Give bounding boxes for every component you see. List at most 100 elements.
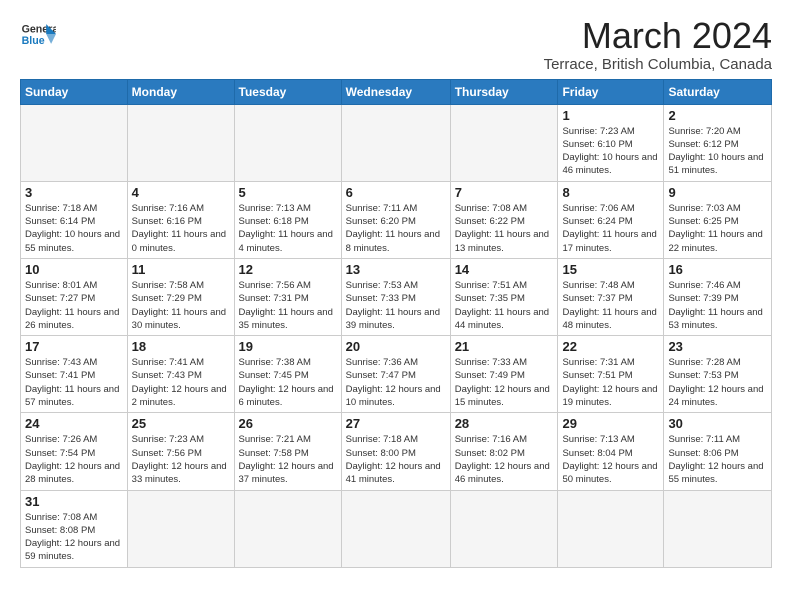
- day-cell: 29 Sunrise: 7:13 AM Sunset: 8:04 PM Dayli…: [558, 413, 664, 490]
- day-cell: [341, 104, 450, 181]
- weekday-header-friday: Friday: [558, 79, 664, 104]
- day-cell: 7 Sunrise: 7:08 AM Sunset: 6:22 PM Daylig…: [450, 181, 558, 258]
- day-cell: 23Sunrise: 7:28 AM Sunset: 7:53 PM Dayli…: [664, 336, 772, 413]
- day-number: 15: [562, 262, 659, 277]
- day-number: 29: [562, 416, 659, 431]
- day-info: Sunrise: 7:43 AM Sunset: 7:41 PM Dayligh…: [25, 356, 123, 409]
- day-cell: [234, 104, 341, 181]
- day-info: Sunrise: 7:20 AM Sunset: 6:12 PM Dayligh…: [668, 125, 767, 178]
- calendar-table: SundayMondayTuesdayWednesdayThursdayFrid…: [20, 79, 772, 568]
- day-cell: 11Sunrise: 7:58 AM Sunset: 7:29 PM Dayli…: [127, 258, 234, 335]
- day-info: Sunrise: 7:11 AM Sunset: 8:06 PM Dayligh…: [668, 433, 767, 486]
- day-info: Sunrise: 7:08 AM Sunset: 8:08 PM Dayligh…: [25, 511, 123, 564]
- day-number: 8: [562, 185, 659, 200]
- day-info: Sunrise: 7:51 AM Sunset: 7:35 PM Dayligh…: [455, 279, 554, 332]
- day-number: 28: [455, 416, 554, 431]
- weekday-header-tuesday: Tuesday: [234, 79, 341, 104]
- day-number: 25: [132, 416, 230, 431]
- week-row-2: 3Sunrise: 7:18 AM Sunset: 6:14 PM Daylig…: [21, 181, 772, 258]
- day-cell: 18 Sunrise: 7:41 AM Sunset: 7:43 PM Dayli…: [127, 336, 234, 413]
- day-number: 7: [455, 185, 554, 200]
- day-cell: [341, 490, 450, 567]
- day-info: Sunrise: 7:16 AM Sunset: 6:16 PM Dayligh…: [132, 202, 230, 255]
- day-number: 3: [25, 185, 123, 200]
- day-info: Sunrise: 7:31 AM Sunset: 7:51 PM Dayligh…: [562, 356, 659, 409]
- day-info: Sunrise: 7:13 AM Sunset: 8:04 PM Dayligh…: [562, 433, 659, 486]
- day-cell: 10Sunrise: 8:01 AM Sunset: 7:27 PM Dayli…: [21, 258, 128, 335]
- day-number: 18: [132, 339, 230, 354]
- day-number: 4: [132, 185, 230, 200]
- day-number: 26: [239, 416, 337, 431]
- day-cell: 22 Sunrise: 7:31 AM Sunset: 7:51 PM Dayli…: [558, 336, 664, 413]
- week-row-1: 1Sunrise: 7:23 AM Sunset: 6:10 PM Daylig…: [21, 104, 772, 181]
- week-row-5: 24 Sunrise: 7:26 AM Sunset: 7:54 PM Dayli…: [21, 413, 772, 490]
- day-number: 5: [239, 185, 337, 200]
- day-cell: [450, 104, 558, 181]
- day-info: Sunrise: 7:36 AM Sunset: 7:47 PM Dayligh…: [346, 356, 446, 409]
- day-info: Sunrise: 7:21 AM Sunset: 7:58 PM Dayligh…: [239, 433, 337, 486]
- day-cell: 15 Sunrise: 7:48 AM Sunset: 7:37 PM Dayli…: [558, 258, 664, 335]
- day-info: Sunrise: 7:53 AM Sunset: 7:33 PM Dayligh…: [346, 279, 446, 332]
- day-cell: 14 Sunrise: 7:51 AM Sunset: 7:35 PM Dayli…: [450, 258, 558, 335]
- day-number: 27: [346, 416, 446, 431]
- day-cell: 9 Sunrise: 7:03 AM Sunset: 6:25 PM Daylig…: [664, 181, 772, 258]
- day-number: 14: [455, 262, 554, 277]
- logo: General Blue: [20, 16, 56, 52]
- weekday-header-row: SundayMondayTuesdayWednesdayThursdayFrid…: [21, 79, 772, 104]
- weekday-header-wednesday: Wednesday: [341, 79, 450, 104]
- weekday-header-saturday: Saturday: [664, 79, 772, 104]
- day-number: 23: [668, 339, 767, 354]
- day-cell: 21 Sunrise: 7:33 AM Sunset: 7:49 PM Dayli…: [450, 336, 558, 413]
- title-area: March 2024 Terrace, British Columbia, Ca…: [544, 16, 772, 73]
- day-number: 9: [668, 185, 767, 200]
- week-row-6: 31Sunrise: 7:08 AM Sunset: 8:08 PM Dayli…: [21, 490, 772, 567]
- day-info: Sunrise: 7:41 AM Sunset: 7:43 PM Dayligh…: [132, 356, 230, 409]
- day-cell: 2 Sunrise: 7:20 AM Sunset: 6:12 PM Daylig…: [664, 104, 772, 181]
- day-info: Sunrise: 7:58 AM Sunset: 7:29 PM Dayligh…: [132, 279, 230, 332]
- day-number: 16: [668, 262, 767, 277]
- day-cell: 5 Sunrise: 7:13 AM Sunset: 6:18 PM Daylig…: [234, 181, 341, 258]
- day-info: Sunrise: 7:33 AM Sunset: 7:49 PM Dayligh…: [455, 356, 554, 409]
- day-number: 19: [239, 339, 337, 354]
- day-number: 17: [25, 339, 123, 354]
- day-info: Sunrise: 7:08 AM Sunset: 6:22 PM Dayligh…: [455, 202, 554, 255]
- weekday-header-monday: Monday: [127, 79, 234, 104]
- day-number: 12: [239, 262, 337, 277]
- day-cell: 6 Sunrise: 7:11 AM Sunset: 6:20 PM Daylig…: [341, 181, 450, 258]
- day-cell: 1Sunrise: 7:23 AM Sunset: 6:10 PM Daylig…: [558, 104, 664, 181]
- day-number: 24: [25, 416, 123, 431]
- day-cell: 17 Sunrise: 7:43 AM Sunset: 7:41 PM Dayli…: [21, 336, 128, 413]
- day-cell: 28Sunrise: 7:16 AM Sunset: 8:02 PM Dayli…: [450, 413, 558, 490]
- day-info: Sunrise: 7:11 AM Sunset: 6:20 PM Dayligh…: [346, 202, 446, 255]
- day-cell: [127, 104, 234, 181]
- day-cell: [127, 490, 234, 567]
- day-cell: 26 Sunrise: 7:21 AM Sunset: 7:58 PM Dayli…: [234, 413, 341, 490]
- day-cell: 20Sunrise: 7:36 AM Sunset: 7:47 PM Dayli…: [341, 336, 450, 413]
- header: General Blue March 2024 Terrace, British…: [20, 16, 772, 73]
- weekday-header-sunday: Sunday: [21, 79, 128, 104]
- day-cell: 12Sunrise: 7:56 AM Sunset: 7:31 PM Dayli…: [234, 258, 341, 335]
- day-cell: 25Sunrise: 7:23 AM Sunset: 7:56 PM Dayli…: [127, 413, 234, 490]
- day-number: 6: [346, 185, 446, 200]
- day-info: Sunrise: 7:03 AM Sunset: 6:25 PM Dayligh…: [668, 202, 767, 255]
- day-info: Sunrise: 7:13 AM Sunset: 6:18 PM Dayligh…: [239, 202, 337, 255]
- week-row-4: 17 Sunrise: 7:43 AM Sunset: 7:41 PM Dayli…: [21, 336, 772, 413]
- day-cell: 13Sunrise: 7:53 AM Sunset: 7:33 PM Dayli…: [341, 258, 450, 335]
- day-number: 30: [668, 416, 767, 431]
- week-row-3: 10Sunrise: 8:01 AM Sunset: 7:27 PM Dayli…: [21, 258, 772, 335]
- day-number: 1: [562, 108, 659, 123]
- day-info: Sunrise: 7:48 AM Sunset: 7:37 PM Dayligh…: [562, 279, 659, 332]
- day-info: Sunrise: 7:26 AM Sunset: 7:54 PM Dayligh…: [25, 433, 123, 486]
- day-cell: [450, 490, 558, 567]
- location-subtitle: Terrace, British Columbia, Canada: [544, 56, 772, 73]
- month-title: March 2024: [544, 16, 772, 56]
- day-cell: [234, 490, 341, 567]
- day-number: 10: [25, 262, 123, 277]
- logo-svg: General Blue: [20, 16, 56, 52]
- day-cell: 27Sunrise: 7:18 AM Sunset: 8:00 PM Dayli…: [341, 413, 450, 490]
- day-number: 2: [668, 108, 767, 123]
- day-number: 21: [455, 339, 554, 354]
- day-number: 22: [562, 339, 659, 354]
- day-cell: [664, 490, 772, 567]
- svg-text:Blue: Blue: [22, 35, 45, 47]
